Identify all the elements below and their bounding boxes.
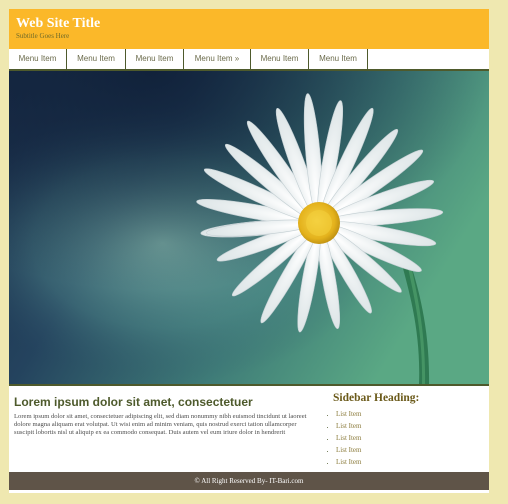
nav-item-4-dropdown[interactable]: Menu Item »: [184, 49, 251, 69]
main-paragraph: Lorem ipsum dolor sit amet, consectetuer…: [14, 413, 307, 437]
sidebar-list-item[interactable]: List Item: [336, 420, 361, 432]
nav-item-2[interactable]: Menu Item: [67, 49, 126, 69]
page-container: Web Site Title Subtitle Goes Here Menu I…: [9, 9, 489, 493]
sidebar-list-item[interactable]: List Item: [336, 408, 361, 420]
main-heading: Lorem ipsum dolor sit amet, consectetuer: [14, 395, 253, 409]
site-title[interactable]: Web Site Title: [16, 16, 100, 32]
nav-item-6[interactable]: Menu Item: [309, 49, 368, 69]
sidebar-heading: Sidebar Heading:: [333, 392, 420, 404]
hero-divider: [9, 384, 489, 386]
site-subtitle: Subtitle Goes Here: [16, 32, 70, 40]
sidebar-list-item[interactable]: List Item: [336, 432, 361, 444]
sidebar-list: List Item List Item List Item List Item …: [320, 408, 361, 468]
daisy-flower-photo: [9, 71, 489, 384]
hero-image: [9, 71, 489, 384]
nav-item-3[interactable]: Menu Item: [126, 49, 184, 69]
nav-item-5[interactable]: Menu Item: [251, 49, 309, 69]
nav-item-1[interactable]: Menu Item: [9, 49, 67, 69]
main-nav: Menu Item Menu Item Menu Item Menu Item …: [9, 49, 489, 71]
site-header: Web Site Title Subtitle Goes Here: [9, 9, 489, 49]
sidebar-list-item[interactable]: List Item: [336, 444, 361, 456]
site-footer: © All Right Reserved By- IT-Bari.com: [9, 472, 489, 490]
sidebar-list-item[interactable]: List Item: [336, 456, 361, 468]
